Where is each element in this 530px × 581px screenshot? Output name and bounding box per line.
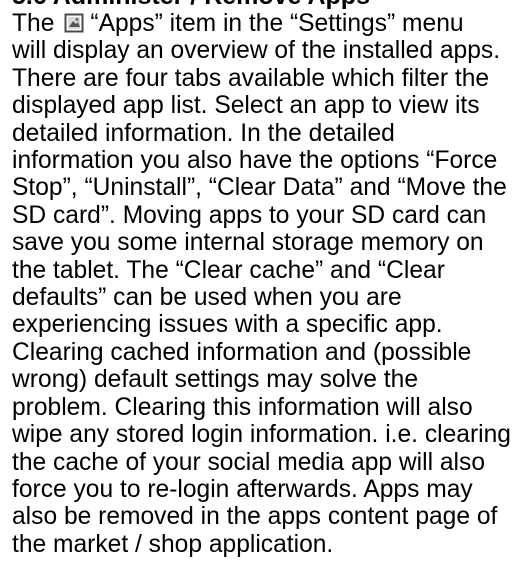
body-line: will display an overview of the installe…	[12, 37, 501, 65]
body-paragraph: The “Apps” item in the “Settings” menu wi…	[0, 10, 528, 558]
body-line: experiencing issues with a specific app.	[12, 311, 443, 339]
body-line: the tablet. The “Clear cache” and “Clear	[12, 256, 445, 284]
body-line: SD card”. Moving apps to your SD card ca…	[12, 201, 487, 229]
body-line: also be removed in the apps content page…	[12, 503, 498, 531]
body-line: information you also have the options “F…	[12, 147, 498, 175]
body-line: the market / shop application.	[12, 530, 334, 558]
body-line: detailed information. In the detailed	[12, 119, 395, 147]
body-line: force you to re-login afterwards. Apps m…	[12, 475, 473, 503]
body-line: displayed app list. Select an app to vie…	[12, 92, 480, 120]
apps-icon	[64, 12, 84, 33]
body-line: There are four tabs available which filt…	[12, 64, 490, 92]
body-line-text: “Apps” item in the “Settings” menu	[90, 10, 464, 37]
document-page: 5.6 Administer / Remove Apps The “Apps” i…	[0, 0, 530, 558]
body-line-text: The	[12, 10, 55, 37]
body-line: save you some internal storage memory on	[12, 229, 484, 257]
section-heading: 5.6 Administer / Remove Apps	[0, 0, 530, 10]
body-line: Stop”, “Uninstall”, “Clear Data” and “Mo…	[12, 174, 507, 202]
body-line: wipe any stored login information. i.e. …	[12, 421, 511, 449]
body-line: problem. Clearing this information will …	[12, 393, 473, 421]
body-line: defaults” can be used when you are	[12, 284, 402, 312]
body-line: wrong) default settings may solve the	[12, 366, 419, 394]
body-line: Clearing cached information and (possibl…	[12, 338, 472, 366]
body-line: the cache of your social media app will …	[12, 448, 485, 476]
body-line: The “Apps” item in the “Settings” menu	[12, 10, 528, 37]
